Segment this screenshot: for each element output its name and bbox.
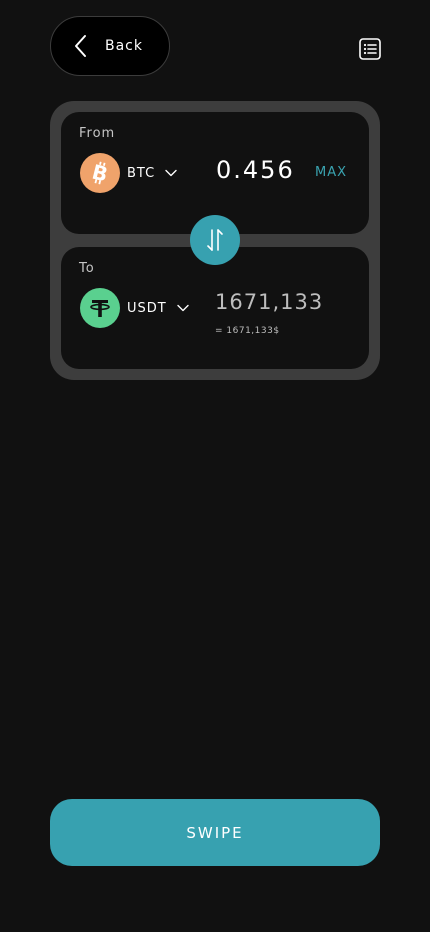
from-token-select[interactable]: BTC — [127, 163, 177, 183]
tether-icon — [90, 300, 110, 317]
chevron-down-icon — [177, 304, 189, 312]
chevron-down-icon — [165, 169, 177, 177]
chevron-left-icon — [75, 35, 86, 57]
max-button[interactable]: MAX — [315, 165, 347, 180]
swap-direction-button[interactable] — [190, 215, 240, 265]
transaction-list-icon[interactable] — [358, 37, 382, 61]
to-panel: To USDT 1671,133 = 1671,133$ — [61, 247, 369, 369]
to-token-select[interactable]: USDT — [127, 298, 189, 318]
usdt-coin-icon — [80, 288, 120, 328]
btc-coin-icon: B — [80, 153, 120, 193]
bitcoin-icon: B — [90, 160, 111, 186]
from-token-symbol: BTC — [127, 165, 156, 181]
swap-card: From B BTC 0.456 MAX To USDT 1671,133 = … — [50, 101, 380, 380]
to-usd-value: = 1671,133$ — [215, 326, 280, 336]
back-button[interactable]: Back — [50, 16, 170, 76]
swipe-button[interactable]: SWIPE — [50, 799, 380, 866]
back-label: Back — [105, 38, 143, 54]
to-title: To — [79, 261, 95, 276]
from-title: From — [79, 126, 116, 141]
swap-screen: Back From B BTC 0.456 MAX To USDT 1671,1… — [0, 0, 430, 932]
from-amount-input[interactable]: 0.456 — [216, 156, 295, 184]
swap-arrows-icon — [207, 229, 223, 251]
to-token-symbol: USDT — [127, 300, 167, 316]
to-amount-value: 1671,133 — [215, 290, 324, 314]
